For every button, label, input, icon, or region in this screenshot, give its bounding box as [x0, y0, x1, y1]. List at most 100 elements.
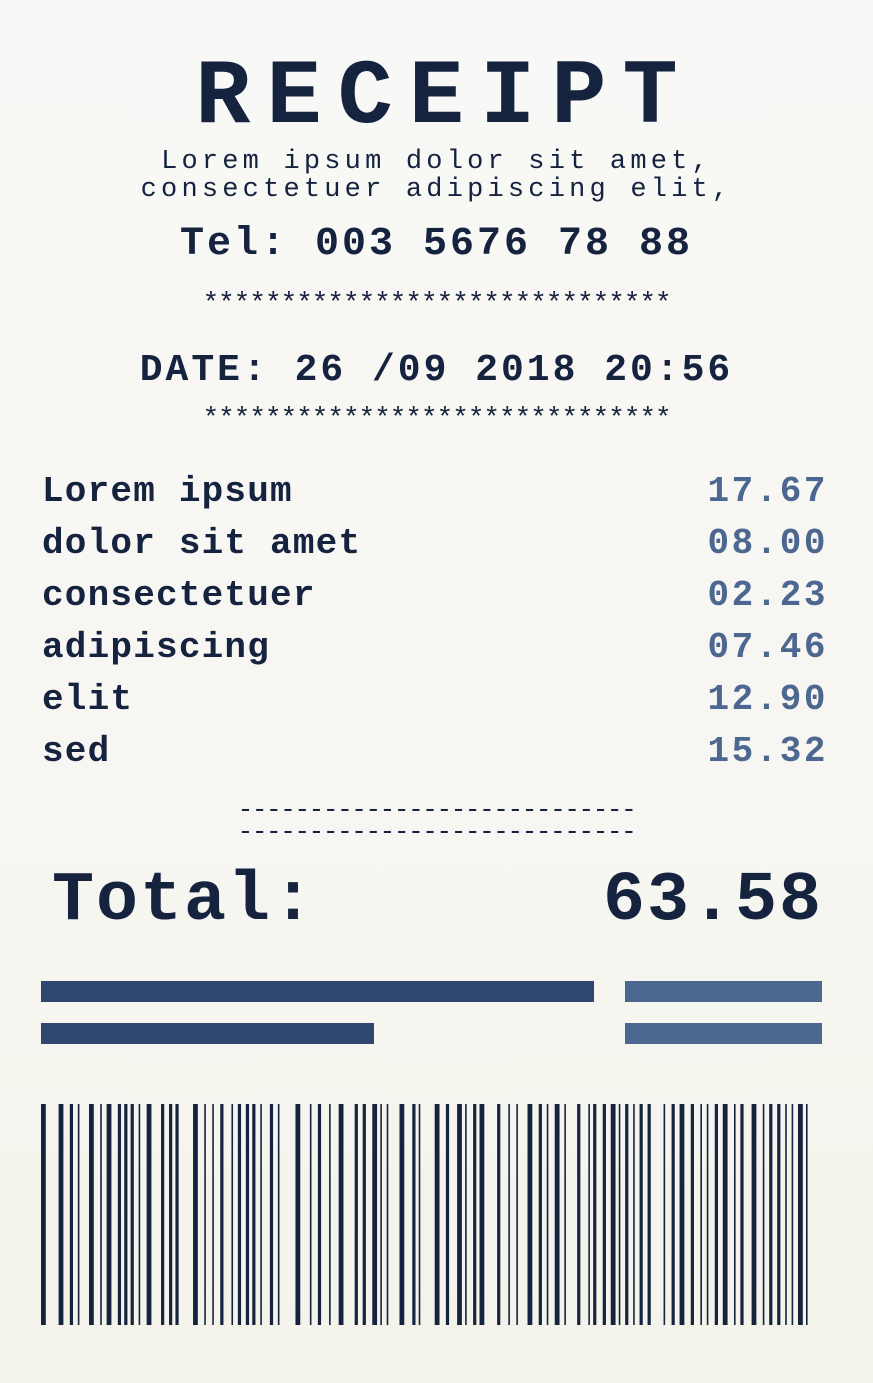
star-separator-top: ****************************** [202, 289, 671, 320]
barcode-bar [700, 1104, 702, 1325]
barcode-bar [399, 1104, 405, 1325]
barcode-bar [593, 1104, 597, 1325]
barcode [41, 1104, 808, 1325]
decorative-bar [625, 981, 822, 1002]
line-item: consectetuer 02.23 [42, 574, 828, 626]
barcode-bar [602, 1104, 606, 1325]
barcode-bar [473, 1104, 477, 1325]
telephone: Tel: 003 5676 78 88 [179, 222, 694, 267]
barcode-bar [516, 1104, 518, 1325]
barcode-bar [588, 1104, 590, 1325]
barcode-bar [412, 1104, 416, 1325]
barcode-bar [647, 1104, 651, 1325]
barcode-bar [762, 1104, 765, 1325]
barcode-bar [277, 1104, 280, 1325]
barcode-bar [577, 1104, 581, 1325]
barcode-bar [252, 1104, 256, 1325]
item-name: consectetuer [42, 575, 316, 616]
barcode-bar [465, 1104, 467, 1325]
item-name: sed [42, 731, 111, 772]
line-item: elit 12.90 [42, 678, 828, 730]
item-name: Lorem ipsum [42, 471, 293, 512]
barcode-bar [138, 1104, 141, 1325]
barcode-bar [372, 1104, 378, 1325]
barcode-bar [538, 1104, 542, 1325]
barcode-bar [610, 1104, 616, 1325]
barcode-bar [690, 1104, 694, 1325]
line-items: Lorem ipsum 17.67 dolor sit amet 08.00 c… [42, 470, 828, 782]
dash-separator-2: ---------------------------- [237, 817, 637, 847]
barcode-bar [625, 1104, 629, 1325]
barcode-bar [479, 1104, 485, 1325]
decorative-bar [41, 981, 594, 1002]
barcode-bar [445, 1104, 450, 1325]
barcode-bar [220, 1104, 224, 1325]
star-separator-bottom: ****************************** [202, 404, 671, 435]
receipt-title: RECEIPT [195, 45, 694, 150]
barcode-bar [69, 1104, 74, 1325]
barcode-bar [508, 1104, 510, 1325]
barcode-bar [362, 1104, 366, 1325]
barcode-bar [89, 1104, 94, 1325]
barcode-bar [124, 1104, 128, 1325]
barcode-bar [527, 1104, 533, 1325]
barcode-bar [295, 1104, 301, 1325]
item-price: 15.32 [707, 731, 828, 772]
barcode-bar [639, 1104, 643, 1325]
receipt: RECEIPT Lorem ipsum dolor sit amet, cons… [0, 0, 873, 1383]
item-price: 08.00 [707, 523, 828, 564]
barcode-bar [806, 1104, 808, 1325]
barcode-bar [554, 1104, 560, 1325]
line-item: Lorem ipsum 17.67 [42, 470, 828, 522]
barcode-bar [41, 1104, 46, 1325]
item-name: adipiscing [42, 627, 271, 668]
barcode-bar [497, 1104, 501, 1325]
barcode-bar [733, 1104, 736, 1325]
barcode-bar [237, 1104, 242, 1325]
barcode-bar [245, 1104, 250, 1325]
barcode-bar [434, 1104, 440, 1325]
barcode-bar [161, 1104, 165, 1325]
item-price: 17.67 [707, 471, 828, 512]
barcode-bar [354, 1104, 358, 1325]
barcode-bar [618, 1104, 621, 1325]
barcode-bar [791, 1104, 794, 1325]
barcode-bar [212, 1104, 214, 1325]
barcode-bar [329, 1104, 331, 1325]
item-price: 07.46 [707, 627, 828, 668]
barcode-bar [269, 1104, 274, 1325]
barcode-bar [204, 1104, 206, 1325]
barcode-bar [679, 1104, 685, 1325]
decorative-bar [625, 1023, 822, 1044]
subtitle-line-2: consectetuer adipiscing elit, [140, 175, 733, 205]
receipt-date: DATE: 26 /09 2018 20:56 [139, 349, 734, 392]
item-name: dolor sit amet [42, 523, 362, 564]
item-price: 02.23 [707, 575, 828, 616]
decorative-bar [41, 1023, 374, 1044]
item-price: 12.90 [707, 679, 828, 720]
total-value: 63.58 [602, 862, 823, 941]
barcode-bar [380, 1104, 382, 1325]
barcode-bar [546, 1104, 549, 1325]
item-name: elit [42, 679, 134, 720]
barcode-bar [386, 1104, 389, 1325]
barcode-bar [231, 1104, 234, 1325]
barcode-bar [722, 1104, 728, 1325]
barcode-bar [309, 1104, 312, 1325]
barcode-bar [175, 1104, 179, 1325]
barcode-bar [797, 1104, 803, 1325]
line-item: dolor sit amet 08.00 [42, 522, 828, 574]
barcode-bar [193, 1104, 198, 1325]
barcode-bar [785, 1104, 787, 1325]
barcode-bar [100, 1104, 102, 1325]
barcode-bar [106, 1104, 112, 1325]
barcode-bar [633, 1104, 635, 1325]
line-item: adipiscing 07.46 [42, 626, 828, 678]
barcode-bar [671, 1104, 675, 1325]
barcode-bar [714, 1104, 718, 1325]
barcode-bar [777, 1104, 781, 1325]
barcode-bar [706, 1104, 709, 1325]
line-item: sed 15.32 [42, 730, 828, 782]
barcode-bar [457, 1104, 462, 1325]
barcode-bar [130, 1104, 134, 1325]
